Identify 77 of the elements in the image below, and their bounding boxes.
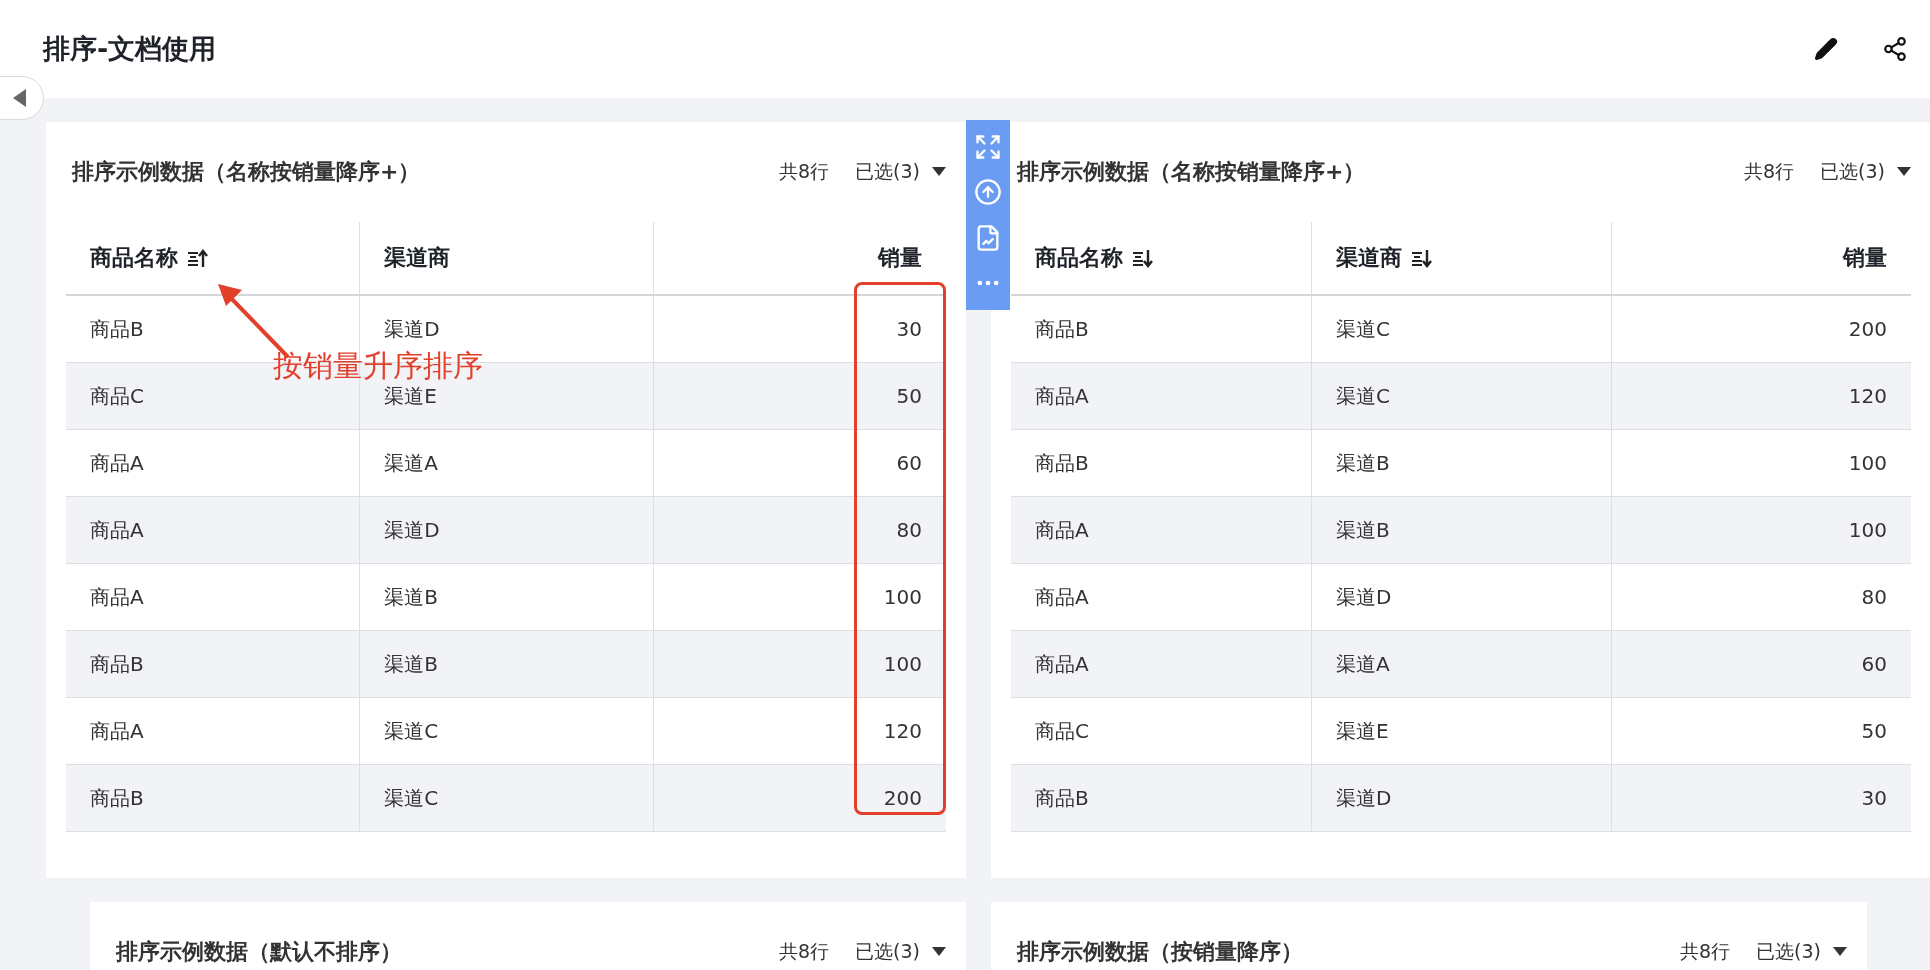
- table-cell: 渠道C: [384, 784, 439, 812]
- column-header[interactable]: 渠道商: [384, 243, 451, 273]
- table-cell: 商品A: [1035, 382, 1089, 410]
- card-title: 排序示例数据（按销量降序）: [1015, 938, 1304, 966]
- selection-dropdown[interactable]: 已选(3): [1820, 159, 1911, 185]
- table-cell: 商品A: [1035, 516, 1089, 544]
- table-cell: 渠道B: [1336, 516, 1390, 544]
- table-cell: 渠道C: [1336, 382, 1390, 410]
- row-count: 共8行: [779, 939, 830, 964]
- table-cell: 商品A: [90, 449, 144, 477]
- table-cell: 商品B: [1035, 784, 1089, 812]
- table-cell: 商品A: [1035, 583, 1089, 611]
- table-cell: 渠道B: [384, 650, 439, 678]
- column-header[interactable]: 渠道商: [1336, 243, 1402, 273]
- table-cell: 商品A: [90, 717, 144, 745]
- caret-icon: [1833, 947, 1847, 957]
- table-cell: 商品B: [1035, 449, 1089, 477]
- table-cell: 200: [883, 786, 922, 810]
- column-header[interactable]: 商品名称: [1035, 243, 1123, 273]
- table-cell: 渠道C: [384, 717, 439, 745]
- table-cell: 渠道E: [1336, 717, 1389, 745]
- table-cell: 商品C: [90, 382, 144, 410]
- annotation-text: 按销量升序排序: [273, 350, 483, 382]
- table-cell: 渠道A: [384, 449, 438, 477]
- card-title: 排序示例数据（名称按销量降序+）: [1015, 158, 1367, 186]
- table-cell: 120: [1848, 384, 1887, 408]
- triangle-left-icon: [13, 89, 27, 107]
- table-cell: 渠道D: [1336, 583, 1392, 611]
- sort-descending-icon[interactable]: [1131, 247, 1153, 269]
- column-header[interactable]: 销量: [1843, 243, 1887, 273]
- table-cell: 120: [883, 719, 922, 743]
- caret-icon: [932, 167, 946, 177]
- table-cell: 100: [883, 652, 922, 676]
- table-cell: 50: [1861, 719, 1887, 743]
- table-cell: 商品B: [90, 315, 144, 343]
- column-header[interactable]: 销量: [878, 243, 922, 273]
- table-cell: 100: [1848, 451, 1887, 475]
- caret-icon: [1897, 167, 1911, 177]
- table-cell: 渠道B: [1336, 449, 1390, 477]
- table-cell: 60: [896, 451, 922, 475]
- table-cell: 商品C: [1035, 717, 1089, 745]
- table-cell: 渠道B: [384, 583, 439, 611]
- selection-dropdown[interactable]: 已选(3): [855, 159, 946, 185]
- table-cell: 200: [1848, 317, 1887, 341]
- table-cell: 商品A: [90, 516, 144, 544]
- table-cell: 商品B: [1035, 315, 1089, 343]
- table-cell: 商品B: [90, 650, 144, 678]
- caret-icon: [932, 947, 946, 957]
- column-header[interactable]: 商品名称: [90, 243, 178, 273]
- sort-descending-icon[interactable]: [1410, 247, 1432, 269]
- sort-ascending-icon[interactable]: [186, 247, 208, 269]
- selection-dropdown[interactable]: 已选(3): [1756, 939, 1847, 965]
- table-cell: 80: [896, 518, 922, 542]
- row-count: 共8行: [1744, 159, 1795, 184]
- table-cell: 商品A: [1035, 650, 1089, 678]
- row-count: 共8行: [779, 159, 830, 184]
- collapse-button[interactable]: [0, 76, 44, 120]
- card-title: 排序示例数据（默认不排序）: [114, 938, 403, 966]
- page-title: 排序-文档使用: [43, 32, 218, 66]
- table-cell: 渠道C: [1336, 315, 1390, 343]
- table-cell: 渠道D: [384, 315, 440, 343]
- table-cell: 100: [1848, 518, 1887, 542]
- table-cell: 渠道E: [384, 382, 437, 410]
- table-cell: 30: [896, 317, 922, 341]
- table-cell: 100: [883, 585, 922, 609]
- table-cell: 渠道D: [1336, 784, 1392, 812]
- card-title: 排序示例数据（名称按销量降序+）: [70, 158, 422, 186]
- table-cell: 50: [896, 384, 922, 408]
- table-cell: 渠道A: [1336, 650, 1390, 678]
- table-cell: 渠道D: [384, 516, 440, 544]
- table-cell: 商品B: [90, 784, 144, 812]
- table-cell: 60: [1861, 652, 1887, 676]
- selection-dropdown[interactable]: 已选(3): [855, 939, 946, 965]
- table-cell: 80: [1861, 585, 1887, 609]
- table-cell: 30: [1861, 786, 1887, 810]
- table-cell: 商品A: [90, 583, 144, 611]
- row-count: 共8行: [1680, 939, 1731, 964]
